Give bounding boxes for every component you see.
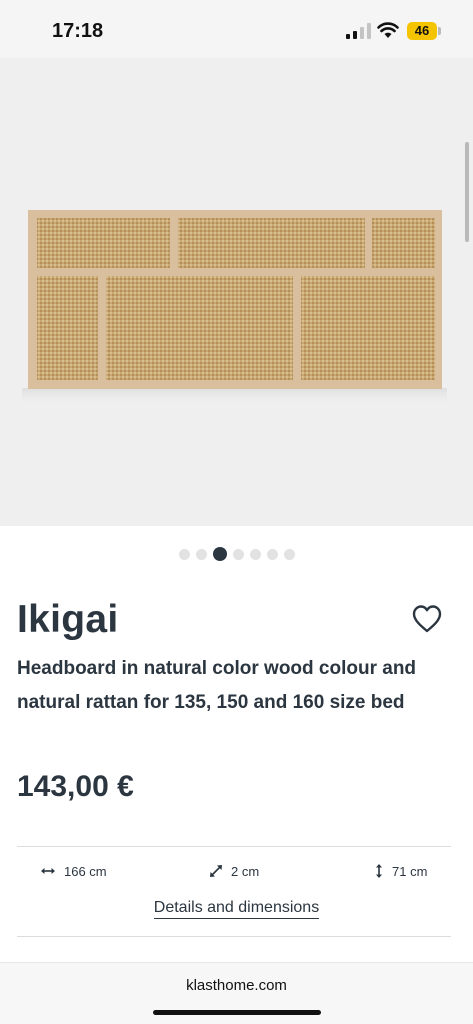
battery-nub: [438, 27, 441, 35]
carousel-dot-active[interactable]: [212, 547, 227, 561]
dimensions-row: 166 cm 2 cm 71 cm: [0, 858, 473, 884]
wifi-icon: [377, 22, 399, 38]
height-value: 71 cm: [392, 863, 428, 879]
carousel-dot[interactable]: [266, 548, 278, 560]
depth-arrow-icon: [210, 865, 222, 877]
status-time: 17:18: [52, 20, 104, 42]
carousel-dot[interactable]: [249, 548, 261, 560]
product-image-gallery[interactable]: [0, 58, 473, 526]
details-link-container: Details and dimensions: [0, 899, 473, 919]
depth-dimension: 2 cm: [209, 858, 259, 884]
carousel-dot[interactable]: [283, 548, 295, 560]
product-price: 143,00 €: [17, 770, 134, 803]
depth-value: 2 cm: [231, 863, 260, 879]
product-title: Ikigai: [17, 598, 119, 641]
home-indicator[interactable]: [153, 1010, 321, 1015]
height-dimension: 71 cm: [374, 858, 427, 884]
carousel-dot[interactable]: [178, 548, 190, 560]
carousel-dot[interactable]: [232, 548, 244, 560]
heart-icon[interactable]: [410, 603, 444, 635]
scroll-indicator[interactable]: [465, 142, 469, 242]
carousel-dots: [0, 546, 473, 562]
width-arrow-icon: [41, 868, 55, 874]
headboard-image: [22, 210, 447, 406]
carousel-dot[interactable]: [195, 548, 207, 560]
browser-address-bar[interactable]: klasthome.com: [0, 962, 473, 1024]
divider: [17, 936, 451, 937]
status-bar: 17:18 46: [0, 0, 473, 58]
cellular-signal-icon: [346, 23, 371, 39]
divider: [17, 846, 451, 847]
height-arrow-icon: [376, 864, 382, 878]
width-dimension: 166 cm: [40, 858, 107, 884]
product-page: 17:18 46 Ikigai Headboard in natural col…: [0, 0, 473, 1024]
battery-indicator: 46: [407, 22, 437, 40]
product-description: Headboard in natural color wood colour a…: [17, 658, 417, 713]
url-text[interactable]: klasthome.com: [0, 977, 473, 994]
details-and-dimensions-link[interactable]: Details and dimensions: [153, 899, 320, 919]
width-value: 166 cm: [64, 863, 107, 879]
